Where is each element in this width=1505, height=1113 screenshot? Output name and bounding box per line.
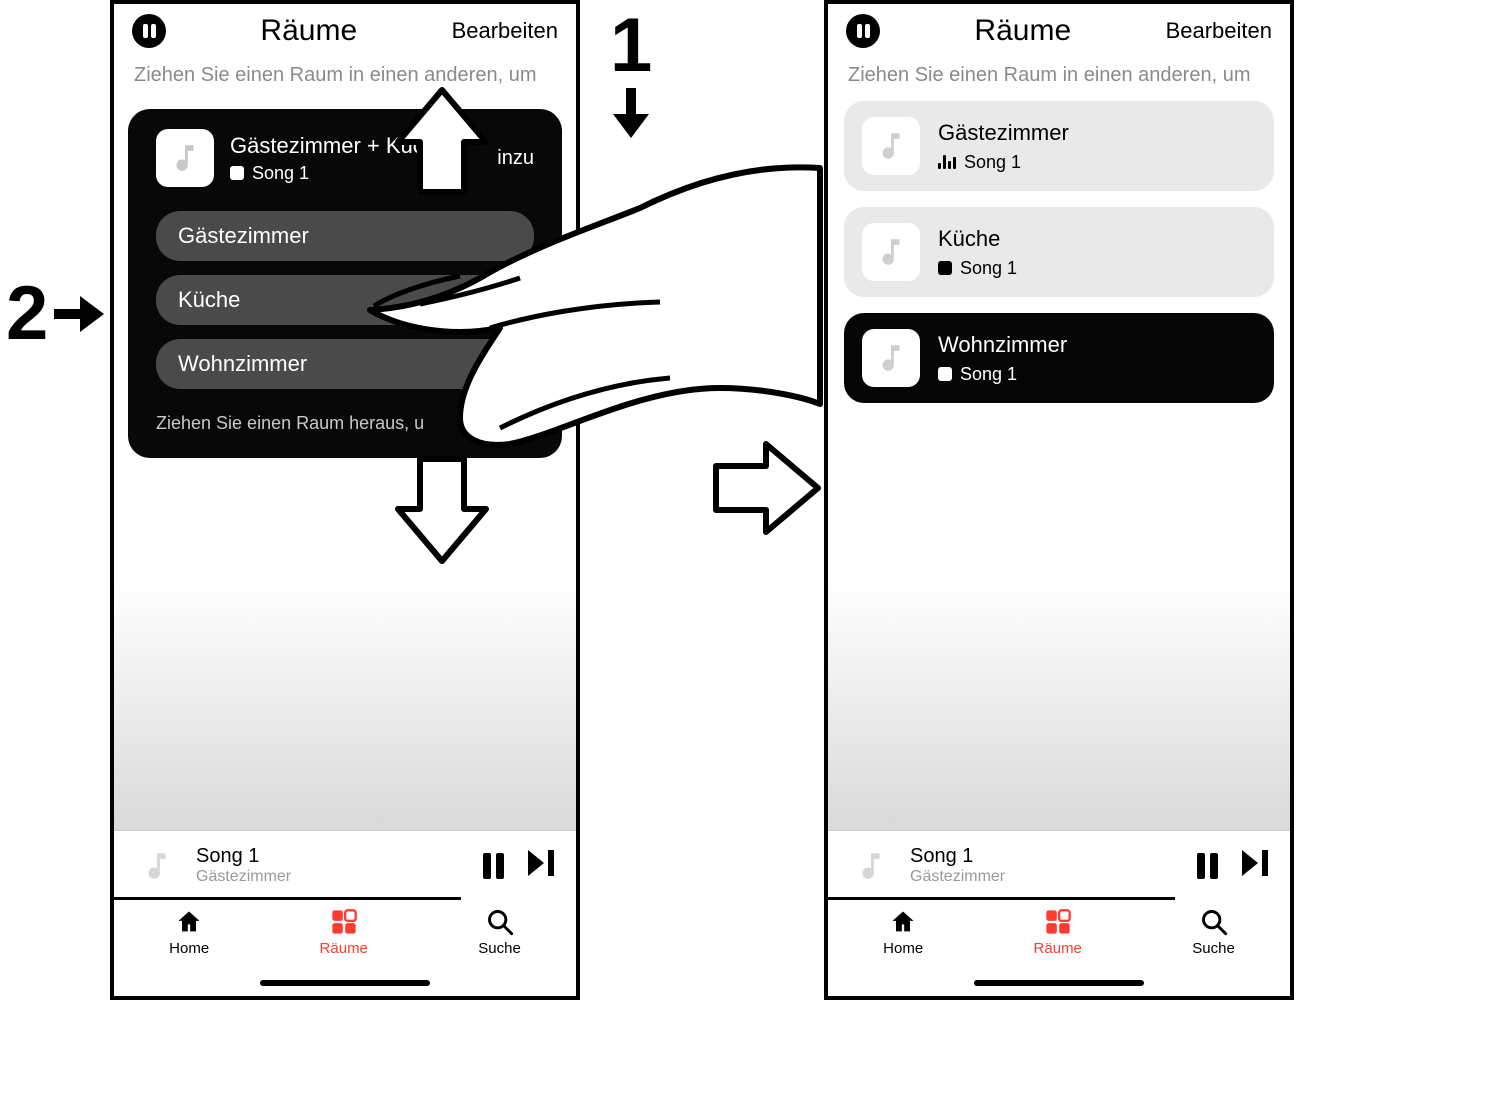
home-icon bbox=[889, 908, 917, 936]
now-playing-bar[interactable]: Song 1 Gästezimmer bbox=[114, 830, 576, 900]
music-note-icon bbox=[132, 841, 182, 891]
tab-home-label: Home bbox=[883, 940, 923, 957]
room-name: Gästezimmer bbox=[938, 120, 1069, 146]
tab-search-label: Suche bbox=[478, 940, 521, 957]
tab-search[interactable]: Suche bbox=[478, 908, 521, 957]
phone-right: Räume Bearbeiten Ziehen Sie einen Raum i… bbox=[824, 0, 1294, 1000]
music-note-icon bbox=[156, 129, 214, 187]
music-note-icon bbox=[846, 841, 896, 891]
tab-home-label: Home bbox=[169, 940, 209, 957]
nowplaying-song: Song 1 bbox=[196, 845, 469, 868]
music-note-icon bbox=[862, 223, 920, 281]
group-drag-hint: Ziehen Sie einen Raum heraus, u bbox=[156, 413, 534, 434]
group-room-pill[interactable]: Küche bbox=[156, 275, 534, 325]
home-indicator bbox=[260, 980, 430, 986]
nowplaying-song: Song 1 bbox=[910, 845, 1183, 868]
pause-button[interactable] bbox=[1197, 853, 1218, 879]
room-card-list: Gästezimmer Song 1 Küche Song 1 Wohnzimm… bbox=[828, 101, 1290, 403]
nav-title: Räume bbox=[166, 14, 452, 48]
pause-badge-icon[interactable] bbox=[846, 14, 880, 48]
tab-rooms-label: Räume bbox=[1034, 940, 1082, 957]
tab-rooms[interactable]: Räume bbox=[1034, 908, 1082, 957]
room-card[interactable]: Wohnzimmer Song 1 bbox=[844, 313, 1274, 403]
room-group-card[interactable]: Gästezimmer + Küche Song 1 inzu Gästezim… bbox=[128, 109, 562, 458]
phone-left: Räume Bearbeiten Ziehen Sie einen Raum i… bbox=[110, 0, 580, 1000]
room-card[interactable]: Gästezimmer Song 1 bbox=[844, 101, 1274, 191]
grid-icon bbox=[330, 908, 358, 936]
tab-home[interactable]: Home bbox=[883, 908, 923, 957]
home-icon bbox=[175, 908, 203, 936]
now-playing-bar[interactable]: Song 1 Gästezimmer bbox=[828, 830, 1290, 900]
stop-icon bbox=[230, 166, 244, 180]
nowplaying-room: Gästezimmer bbox=[910, 868, 1183, 886]
tab-search-label: Suche bbox=[1192, 940, 1235, 957]
callout-2-number: 2 bbox=[6, 276, 48, 352]
tab-bar: Home Räume Suche bbox=[828, 900, 1290, 996]
callout-1-arrow bbox=[613, 88, 649, 138]
room-card[interactable]: Küche Song 1 bbox=[844, 207, 1274, 297]
group-song: Song 1 bbox=[252, 163, 309, 184]
rooms-hint: Ziehen Sie einen Raum in einen anderen, … bbox=[828, 56, 1290, 101]
background-gradient bbox=[828, 580, 1290, 840]
stop-icon bbox=[938, 261, 952, 275]
callout-1-number: 1 bbox=[610, 8, 652, 84]
search-icon bbox=[1200, 908, 1228, 936]
diagram-stage: 1 2 Räume Bearbeiten Ziehen Sie einen Ra… bbox=[0, 0, 1505, 1113]
room-name: Wohnzimmer bbox=[938, 332, 1067, 358]
home-indicator bbox=[974, 980, 1144, 986]
background-gradient bbox=[114, 580, 576, 840]
room-song: Song 1 bbox=[960, 364, 1017, 385]
stop-icon bbox=[938, 367, 952, 381]
tab-rooms[interactable]: Räume bbox=[320, 908, 368, 957]
callout-step-2: 2 bbox=[6, 276, 104, 352]
grid-icon bbox=[1044, 908, 1072, 936]
equalizer-icon bbox=[938, 155, 956, 169]
edit-button[interactable]: Bearbeiten bbox=[452, 18, 558, 44]
next-track-button[interactable] bbox=[1242, 850, 1272, 881]
nav-title: Räume bbox=[880, 14, 1166, 48]
room-song: Song 1 bbox=[960, 258, 1017, 279]
rooms-hint: Ziehen Sie einen Raum in einen anderen, … bbox=[114, 56, 576, 101]
result-arrow-right-icon bbox=[712, 440, 822, 536]
pinch-arrow-up-icon bbox=[394, 86, 490, 196]
pause-badge-icon[interactable] bbox=[132, 14, 166, 48]
group-room-list: Gästezimmer Küche Wohnzimmer bbox=[156, 211, 534, 389]
group-room-pill[interactable]: Wohnzimmer bbox=[156, 339, 534, 389]
pause-button[interactable] bbox=[483, 853, 504, 879]
nav-bar: Räume Bearbeiten bbox=[828, 4, 1290, 56]
music-note-icon bbox=[862, 329, 920, 387]
callout-step-1: 1 bbox=[610, 8, 652, 138]
room-name: Küche bbox=[938, 226, 1017, 252]
nowplaying-room: Gästezimmer bbox=[196, 868, 469, 886]
tab-rooms-label: Räume bbox=[320, 940, 368, 957]
edit-button[interactable]: Bearbeiten bbox=[1166, 18, 1272, 44]
group-suffix-text: inzu bbox=[497, 147, 534, 170]
nav-bar: Räume Bearbeiten bbox=[114, 4, 576, 56]
pinch-arrow-down-icon bbox=[394, 455, 490, 565]
callout-2-arrow bbox=[54, 296, 104, 332]
tab-search[interactable]: Suche bbox=[1192, 908, 1235, 957]
next-track-button[interactable] bbox=[528, 850, 558, 881]
search-icon bbox=[486, 908, 514, 936]
tab-bar: Home Räume Suche bbox=[114, 900, 576, 996]
room-song: Song 1 bbox=[964, 152, 1021, 173]
tab-home[interactable]: Home bbox=[169, 908, 209, 957]
music-note-icon bbox=[862, 117, 920, 175]
group-room-pill[interactable]: Gästezimmer bbox=[156, 211, 534, 261]
